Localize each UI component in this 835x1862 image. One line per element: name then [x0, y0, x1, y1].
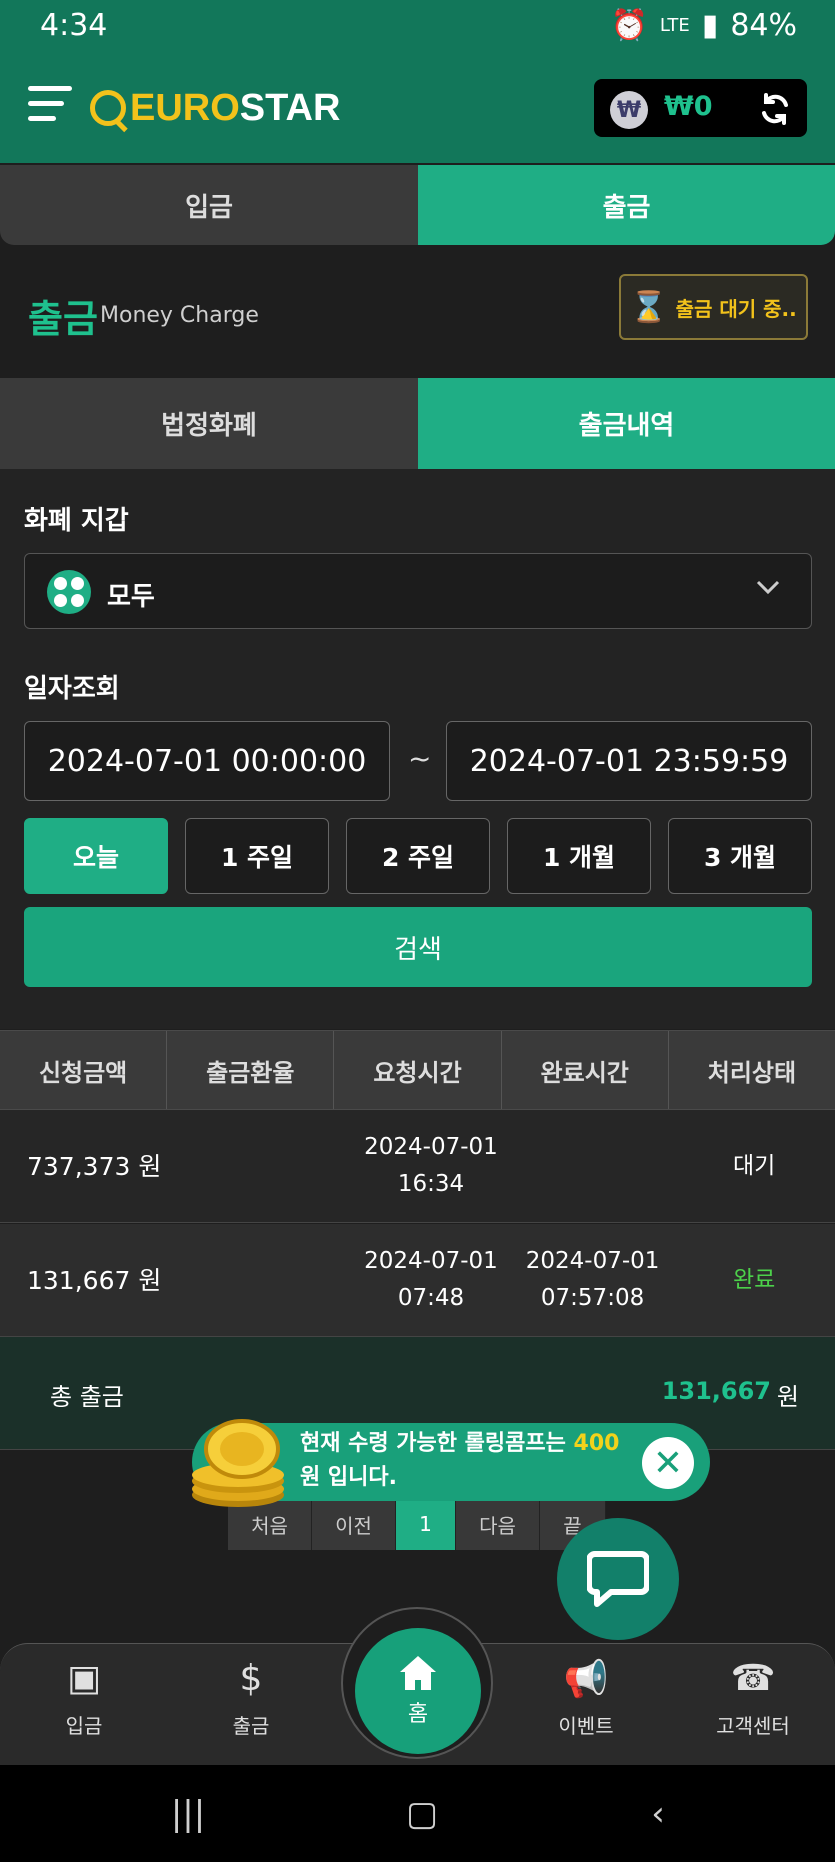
- logo-mark-icon: [90, 90, 126, 126]
- nav-support[interactable]: ☎ 고객센터: [683, 1658, 823, 1758]
- cell-amount: 737,373 원: [27, 1151, 162, 1181]
- page-prev-button[interactable]: 이전: [312, 1498, 396, 1550]
- date-to-input[interactable]: 2024-07-01 23:59:59: [446, 721, 812, 801]
- column-header: 요청시간: [334, 1031, 502, 1109]
- nav-label: 홈: [407, 1702, 429, 1727]
- refresh-icon[interactable]: [755, 89, 795, 129]
- cell-status: 완료: [733, 1266, 776, 1293]
- section-title: 출금: [28, 297, 98, 341]
- section-subtitle: Money Charge: [100, 303, 259, 328]
- cell-amount: 131,667 원: [27, 1265, 162, 1295]
- hand-coin-icon: $: [239, 1658, 263, 1699]
- balance-amount: ₩0: [664, 91, 713, 122]
- nav-home[interactable]: 홈: [355, 1628, 481, 1754]
- column-header: 처리상태: [707, 1058, 797, 1087]
- logo-star: STAR: [239, 86, 341, 129]
- cell-completed: [512, 1110, 674, 1222]
- column-header: 신청금액: [0, 1031, 168, 1109]
- tab-fiat[interactable]: 법정화폐: [0, 378, 418, 469]
- pending-label: 출금 대기 중..: [675, 296, 797, 321]
- nav-withdraw[interactable]: $ 출금: [181, 1658, 321, 1758]
- logo-euro: EURO: [130, 86, 240, 129]
- back-icon[interactable]: ‹: [628, 1789, 688, 1839]
- toast-text-before: 현재 수령 가능한 롤링콤프는: [300, 1431, 574, 1456]
- rolling-comp-toast: 현재 수령 가능한 롤링콤프는 400 원 입니다. ✕: [192, 1419, 710, 1507]
- table-row: 737,373 원 2024-07-01 16:34 대기: [0, 1110, 835, 1223]
- alarm-icon: ⏰: [610, 8, 648, 43]
- top-header: 4:34 ⏰ LTE ▮ 84% EURO STAR ₩ ₩0: [0, 0, 835, 163]
- range-1month-button[interactable]: 1 개월: [507, 818, 651, 894]
- balance-widget[interactable]: ₩ ₩0: [594, 79, 807, 137]
- cell-status: 대기: [733, 1152, 776, 1179]
- signal-icon: ▮: [701, 8, 719, 43]
- network-label: LTE: [659, 15, 690, 36]
- tab-withdraw-history[interactable]: 출금내역: [418, 378, 835, 469]
- status-icons: ⏰ LTE ▮ 84%: [611, 8, 797, 43]
- wallet-select[interactable]: 모두: [24, 553, 812, 629]
- total-unit: 원: [776, 1383, 799, 1411]
- toast-amount: 400: [573, 1431, 620, 1456]
- column-header: 완료시간: [502, 1031, 669, 1109]
- gold-coins-icon: [192, 1419, 284, 1507]
- logo[interactable]: EURO STAR: [90, 86, 340, 130]
- battery-label: 84%: [730, 8, 797, 43]
- nav-event[interactable]: 📢 이벤트: [516, 1658, 656, 1758]
- range-3month-button[interactable]: 3 개월: [668, 818, 812, 894]
- recent-apps-icon[interactable]: |||: [158, 1789, 218, 1839]
- nav-label: 입금: [65, 1714, 103, 1738]
- column-header: 출금환율: [167, 1031, 335, 1109]
- cell-rate: [189, 1224, 351, 1336]
- home-icon: [400, 1656, 436, 1690]
- pending-withdraw-button[interactable]: ⌛ 출금 대기 중..: [619, 274, 808, 340]
- total-label: 총 출금: [50, 1383, 124, 1411]
- range-1week-button[interactable]: 1 주일: [185, 818, 329, 894]
- toast-text-after: 원 입니다.: [300, 1465, 397, 1490]
- table-row: 131,667 원 2024-07-01 07:48 2024-07-01 07…: [0, 1224, 835, 1337]
- nav-label: 고객센터: [716, 1714, 790, 1738]
- range-2week-button[interactable]: 2 주일: [346, 818, 490, 894]
- won-coin-icon: ₩: [610, 91, 648, 129]
- tab-withdraw[interactable]: 출금: [418, 165, 835, 245]
- phone-24-icon: ☎: [730, 1658, 776, 1699]
- page-current-button[interactable]: 1: [396, 1498, 456, 1550]
- range-today-button[interactable]: 오늘: [24, 818, 168, 894]
- page-next-button[interactable]: 다음: [456, 1498, 540, 1550]
- wallet-label: 화폐 지갑: [24, 506, 129, 536]
- nav-label: 이벤트: [558, 1714, 614, 1738]
- cell-requested: 2024-07-01 16:34: [364, 1134, 498, 1197]
- home-system-icon[interactable]: ▢: [392, 1789, 452, 1839]
- hourglass-icon: ⌛: [630, 289, 668, 325]
- total-value: 131,667: [661, 1377, 771, 1405]
- date-from-input[interactable]: 2024-07-01 00:00:00: [24, 721, 390, 801]
- nav-deposit[interactable]: ▣ 입금: [14, 1658, 154, 1758]
- close-icon[interactable]: ✕: [642, 1437, 694, 1489]
- date-separator: ~: [408, 742, 432, 775]
- all-grid-icon: [47, 570, 91, 614]
- chat-bubble-icon: [587, 1551, 649, 1607]
- cell-completed: 2024-07-01 07:57:08: [525, 1248, 660, 1311]
- wallet-in-icon: ▣: [66, 1658, 101, 1699]
- tab-deposit[interactable]: 입금: [0, 165, 418, 245]
- system-nav-bar: ||| ▢ ‹: [0, 1765, 835, 1862]
- screen: 4:34 ⏰ LTE ▮ 84% EURO STAR ₩ ₩0 입금 출금 출금…: [0, 0, 835, 1862]
- status-time: 4:34: [40, 8, 108, 43]
- chevron-down-icon: [755, 574, 781, 607]
- chat-button[interactable]: [557, 1518, 679, 1640]
- date-label: 일자조회: [24, 674, 120, 704]
- wallet-select-value: 모두: [107, 582, 155, 612]
- search-button[interactable]: 검색: [24, 907, 812, 987]
- table-header: 신청금액 출금환율 요청시간 완료시간 처리상태: [0, 1030, 835, 1110]
- nav-label: 출금: [232, 1714, 270, 1738]
- megaphone-icon: 📢: [563, 1659, 609, 1700]
- menu-icon[interactable]: [28, 86, 72, 130]
- cell-rate: [189, 1110, 351, 1222]
- toast-message: 현재 수령 가능한 롤링콤프는 400 원 입니다.: [300, 1427, 640, 1495]
- cell-requested: 2024-07-01 07:48: [364, 1248, 498, 1311]
